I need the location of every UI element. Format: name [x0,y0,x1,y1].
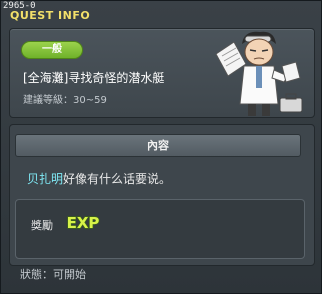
reward-box [15,199,305,259]
exp-icon: EXP [66,213,100,232]
content-header: 內容 [15,134,301,157]
quest-status: 狀態：可開始 [20,268,86,281]
quest-name: [全海灘]寻找奇怪的潜水艇 [23,71,165,85]
window-title: QUEST INFO [10,9,91,22]
quest-description: 贝扎明好像有什么话要说。 [27,170,171,187]
recommended-level: 建議等級：30~59 [23,95,107,106]
reward-label: 獎勵 [31,219,53,232]
npc-portrait-icon [215,31,303,116]
exp-icon-text: EXP [67,214,100,232]
description-text: 好像有什么话要说。 [63,172,172,186]
quest-category-badge: 一般 [21,41,83,59]
npc-name-link[interactable]: 贝扎明 [27,172,63,186]
